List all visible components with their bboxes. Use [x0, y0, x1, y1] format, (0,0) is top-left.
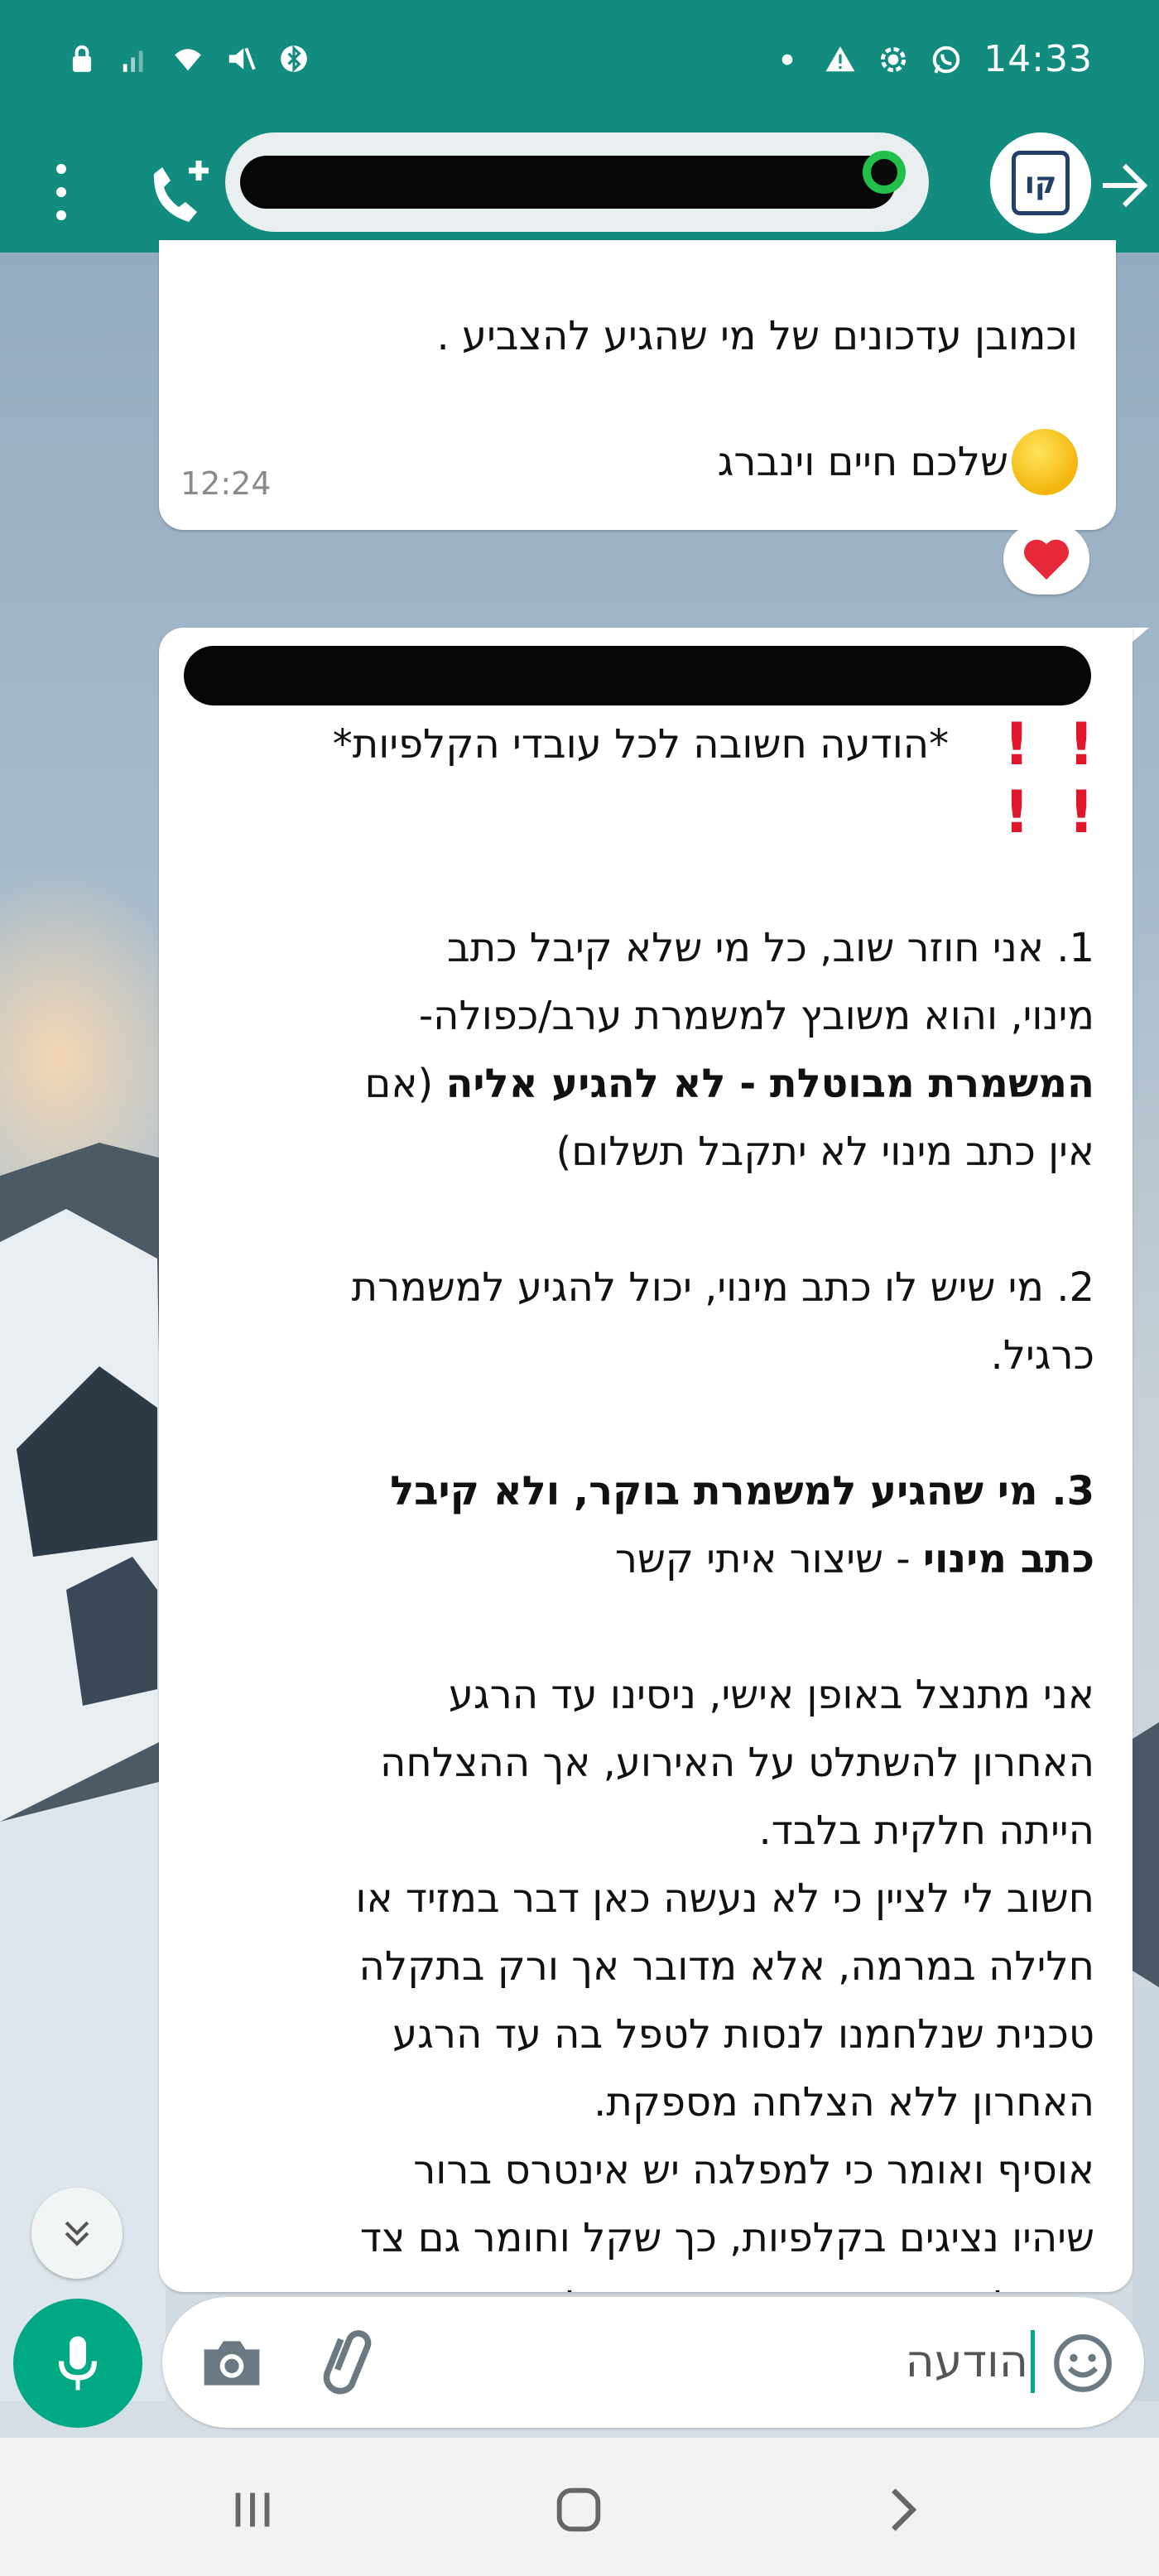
message-line: המפלגה נפגע בתוצאה מהתקלה. — [192, 2272, 1094, 2292]
scroll-to-bottom-button[interactable] — [31, 2188, 123, 2279]
exclamation-row: ! ! — [192, 778, 1094, 846]
bold-text: 3. מי שהגיע למשמרת בוקר, ולא קיבל — [390, 1468, 1094, 1514]
message-headline: *הודעה חשובה לכל עובדי הקלפיות* — [332, 721, 950, 768]
exclamation-emoji-icon: ! — [1068, 710, 1094, 778]
contact-name — [240, 156, 896, 209]
status-icons-right: 14:33 — [772, 38, 1093, 80]
message-line: שיהיו נציגים בקלפיות, כך שקל וחומר גם צד — [359, 2215, 1094, 2261]
message-line: חשוב לי לציין כי לא נעשה כאן דבר במזיד א… — [355, 1875, 1094, 1922]
bold-text: המשמרת מבוטלת - לא להגיע אליה — [445, 1061, 1094, 1107]
clock: 14:33 — [983, 38, 1093, 80]
lock-icon — [72, 45, 92, 72]
whatsapp-icon — [932, 46, 960, 73]
exclamation-emoji-icon: ! — [1068, 778, 1094, 846]
avatar-logo: קו — [1012, 151, 1070, 215]
message-time: 12:24 — [180, 465, 272, 502]
message-line: אוסיף ואומר כי למפלגה יש אינטרס ברור — [413, 2147, 1094, 2193]
message-body: ! ! *הודעה חשובה לכל עובדי הקלפיות* ! ! … — [192, 710, 1094, 2292]
message-line: וכמובן עדכונים של מי שהגיע להצביע . — [436, 313, 1079, 359]
sender-name — [184, 646, 1091, 705]
message-line: האחרון להשתלט על האירוע, אך ההצלחה — [380, 1740, 1094, 1786]
wifi-icon — [175, 49, 201, 71]
exclamation-emoji-icon: ! — [1003, 710, 1031, 778]
bluetooth-icon — [281, 45, 307, 73]
chat-header: קו — [0, 132, 1159, 253]
status-bar: 14:33 — [0, 0, 1159, 132]
online-indicator — [863, 151, 906, 194]
message-line: המשמרת מבוטלת - לא להגיע אליה (אם — [364, 1061, 1095, 1107]
status-icons-left — [66, 43, 310, 75]
bold-text: כתב מינוי — [922, 1536, 1094, 1582]
message-input[interactable]: הודעה — [162, 2297, 1144, 2428]
message-line: 3. מי שהגיע למשמרת בוקר, ולא קיבל — [192, 1457, 1094, 1525]
message-line: האחרון ללא הצלחה מספקת. — [594, 2079, 1094, 2126]
message-bubble[interactable]: ! ! *הודעה חשובה לכל עובדי הקלפיות* ! ! … — [159, 628, 1133, 2292]
mic-button[interactable] — [13, 2299, 142, 2428]
message-line: כרגיל. — [990, 1332, 1094, 1379]
message-line: חלילה במרמה, אלא מדובר אך ורק בתקלה — [358, 1943, 1095, 1990]
message-line: אני מתנצל באופן אישי, ניסינו עד הרגע — [448, 1672, 1094, 1718]
mute-icon — [228, 47, 256, 70]
signal-icon — [123, 51, 143, 72]
message-line: כתב מינוי - שיצור איתי קשר — [614, 1536, 1094, 1582]
home-icon[interactable] — [550, 2481, 608, 2539]
message-line: 1. אני חוזר שוב, כל מי שלא קיבל כתב — [446, 925, 1094, 971]
message-line: הייתה חלקית בלבד. — [758, 1808, 1094, 1854]
emoji-icon[interactable] — [1051, 2332, 1114, 2395]
message-bubble[interactable]: וכמובן עדכונים של מי שהגיע להצביע . שלכם… — [159, 240, 1116, 530]
message-line-signature: שלכם חיים וינברג — [718, 429, 1078, 495]
system-nav-bar — [0, 2438, 1159, 2576]
attach-icon[interactable] — [316, 2327, 382, 2398]
smiley-emoji-icon — [1012, 429, 1078, 495]
camera-icon[interactable] — [199, 2330, 265, 2396]
exclamation-emoji-icon: ! — [1003, 778, 1031, 846]
message-line: 2. מי שיש לו כתב מינוי, יכול להגיע למשמר… — [351, 1264, 1094, 1311]
heart-icon — [1023, 539, 1070, 580]
avatar[interactable]: קו — [990, 132, 1091, 234]
reaction-badge[interactable] — [1003, 523, 1089, 595]
add-call-icon[interactable] — [146, 151, 212, 234]
mic-icon — [58, 2336, 98, 2391]
headline-row: ! ! *הודעה חשובה לכל עובדי הקלפיות* — [192, 710, 1094, 778]
back-icon[interactable] — [874, 2481, 932, 2539]
text-cursor — [1031, 2330, 1035, 2393]
message-input-text: הודעה — [905, 2335, 1028, 2387]
menu-icon[interactable] — [43, 151, 79, 234]
message-line: אין כתב מינוי לא יתקבל תשלום) — [555, 1129, 1094, 1175]
dot-icon — [781, 54, 793, 65]
back-arrow-icon[interactable] — [1098, 152, 1149, 219]
message-line: שלכם חיים וינברג — [717, 439, 1008, 485]
recent-apps-icon[interactable] — [224, 2481, 281, 2539]
message-line: טכנית שנלחמנו לנסות לטפל בה עד הרגע — [392, 2011, 1094, 2058]
message-line: מינוי, והוא משובץ למשמרת ערב/כפולה- — [418, 993, 1094, 1039]
warning-icon — [825, 46, 855, 71]
settings-icon — [881, 46, 907, 72]
double-chevron-down-icon — [65, 2221, 89, 2246]
contact-name-pill[interactable] — [225, 132, 929, 232]
